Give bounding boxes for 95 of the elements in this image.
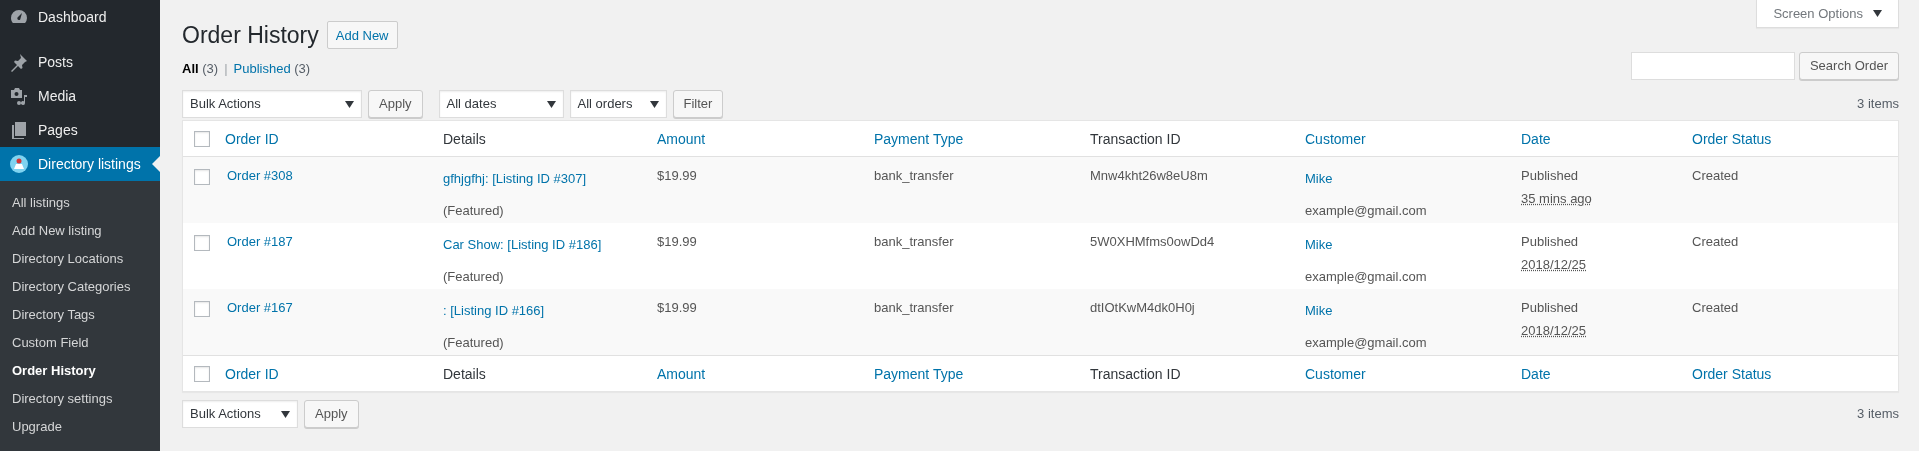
amount-cell: $19.99	[657, 300, 697, 315]
screen-options-tab[interactable]: Screen Options	[1756, 0, 1899, 28]
sortable-column-header[interactable]: Date	[1521, 130, 1551, 147]
featured-note: (Featured)	[443, 333, 504, 352]
customer-email: example@gmail.com	[1305, 333, 1427, 352]
map-pin-icon	[9, 154, 29, 174]
column-header: Details	[443, 365, 486, 382]
row-checkbox[interactable]	[194, 169, 210, 185]
payment-type-cell: bank_transfer	[874, 234, 954, 249]
sortable-column-header[interactable]: Order ID	[225, 365, 279, 382]
column-header: Transaction ID	[1090, 130, 1181, 147]
sortable-column-header[interactable]: Date	[1521, 365, 1551, 382]
post-status: Published	[1521, 233, 1579, 251]
payment-type-cell: bank_transfer	[874, 168, 954, 183]
customer-link[interactable]: Mike	[1305, 301, 1333, 321]
order-status-cell: Created	[1692, 168, 1739, 183]
orders-filter-select[interactable]: All orders	[569, 90, 667, 118]
featured-note: (Featured)	[443, 267, 504, 286]
dates-filter-select[interactable]: All dates	[438, 90, 564, 118]
listing-link[interactable]: Car Show: [Listing ID #186]	[443, 235, 602, 255]
submenu-item[interactable]: All listings	[0, 189, 160, 217]
submenu-item[interactable]: Directory settings	[0, 385, 160, 413]
row-checkbox[interactable]	[194, 365, 210, 382]
caret-icon	[649, 100, 659, 108]
amount-cell: $19.99	[657, 168, 697, 183]
post-status: Published	[1521, 167, 1579, 185]
sidebar-menu-item[interactable]: Posts	[0, 45, 160, 79]
customer-link[interactable]: Mike	[1305, 235, 1333, 255]
sidebar-menu-item[interactable]: Dashboard	[0, 0, 160, 34]
submenu-item[interactable]: Upgrade	[0, 413, 160, 441]
sidebar-menu-item[interactable]: Pages	[0, 113, 160, 147]
sortable-column-header[interactable]: Customer	[1305, 365, 1366, 382]
listing-link[interactable]: : [Listing ID #166]	[443, 301, 545, 321]
add-new-button[interactable]: Add New	[326, 21, 398, 50]
amount-cell: $19.99	[657, 234, 697, 249]
filter-button[interactable]: Filter	[672, 90, 724, 118]
view-filter-link[interactable]: Published (3)	[233, 58, 311, 78]
order-status-cell: Created	[1692, 234, 1739, 249]
sortable-column-header[interactable]: Amount	[657, 130, 706, 147]
sortable-column-header[interactable]: Customer	[1305, 130, 1366, 147]
sortable-column-header[interactable]: Order Status	[1692, 365, 1772, 382]
sortable-column-header[interactable]: Amount	[657, 365, 706, 382]
item-count: 3 items	[1857, 95, 1899, 114]
transaction-id-cell: Mnw4kht26w8eU8m	[1090, 168, 1208, 183]
row-checkbox[interactable]	[194, 235, 210, 251]
column-header: Details	[443, 130, 486, 147]
submenu-item[interactable]: Add New listing	[0, 217, 160, 245]
submenu-item[interactable]: Directory Tags	[0, 301, 160, 329]
item-count: 3 items	[1857, 405, 1899, 424]
apply-button[interactable]: Apply	[304, 400, 359, 428]
customer-email: example@gmail.com	[1305, 201, 1427, 220]
sidebar-menu-item[interactable]: Directory listings	[0, 147, 160, 181]
customer-email: example@gmail.com	[1305, 267, 1427, 286]
pin-icon	[9, 52, 29, 72]
transaction-id-cell: dtIOtKwM4dk0H0j	[1090, 300, 1195, 315]
view-filter-link[interactable]: All (3)	[182, 58, 219, 78]
order-link[interactable]: Order #187	[227, 234, 293, 249]
apply-button[interactable]: Apply	[368, 90, 423, 118]
sortable-column-header[interactable]: Payment Type	[874, 130, 964, 147]
submenu-item[interactable]: Directory Locations	[0, 245, 160, 273]
customer-link[interactable]: Mike	[1305, 169, 1333, 189]
dropdown-caret-icon	[1873, 10, 1882, 17]
page-title: Order History	[182, 21, 319, 50]
view-separator: |	[224, 59, 228, 78]
sidebar-menu-item[interactable]: Media	[0, 79, 160, 113]
submenu-item[interactable]: Custom Field	[0, 329, 160, 357]
sortable-column-header[interactable]: Order Status	[1692, 130, 1772, 147]
order-date: 2018/12/25	[1521, 321, 1587, 340]
bulk-actions-select[interactable]: Bulk Actions	[182, 400, 298, 428]
order-date: 2018/12/25	[1521, 255, 1587, 274]
bulk-actions-select[interactable]: Bulk Actions	[182, 90, 362, 118]
caret-icon	[345, 100, 354, 108]
pages-icon	[9, 120, 29, 140]
featured-note: (Featured)	[443, 201, 504, 220]
transaction-id-cell: 5W0XHMfms0owDd4	[1090, 234, 1215, 249]
column-header: Transaction ID	[1090, 365, 1181, 382]
submenu-item[interactable]: Order History	[0, 357, 160, 385]
search-field[interactable]	[1630, 52, 1795, 80]
listing-link[interactable]: gfhjgfhj: [Listing ID #307]	[443, 169, 587, 189]
camera-music-icon	[9, 86, 29, 106]
current-marker-icon	[152, 156, 160, 172]
post-status: Published	[1521, 299, 1579, 317]
order-link[interactable]: Order #308	[227, 168, 293, 183]
sortable-column-header[interactable]: Order ID	[225, 130, 279, 147]
submenu-item[interactable]: Directory Categories	[0, 273, 160, 301]
order-date: 35 mins ago	[1521, 189, 1592, 208]
caret-icon	[546, 100, 556, 108]
sortable-column-header[interactable]: Payment Type	[874, 365, 964, 382]
row-checkbox[interactable]	[194, 130, 210, 147]
search-order-button[interactable]: Search Order	[1798, 52, 1899, 80]
caret-icon	[281, 410, 290, 418]
order-status-cell: Created	[1692, 300, 1739, 315]
payment-type-cell: bank_transfer	[874, 300, 954, 315]
row-checkbox[interactable]	[194, 301, 210, 317]
order-link[interactable]: Order #167	[227, 300, 293, 315]
